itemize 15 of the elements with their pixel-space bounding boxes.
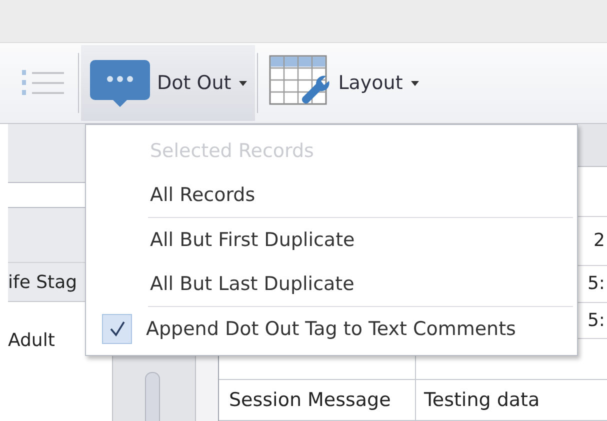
menu-item[interactable]: Append Dot Out Tag to Text Comments — [86, 307, 577, 351]
dot-out-button[interactable]: Dot Out — [81, 45, 256, 121]
menu-item[interactable]: All But Last Duplicate — [86, 262, 577, 306]
scrollbar-thumb[interactable] — [145, 372, 160, 421]
table-cell: Session Message — [219, 380, 416, 420]
field-value: Adult — [8, 330, 55, 351]
menu-item[interactable]: All But First Duplicate — [86, 218, 577, 262]
layout-button[interactable]: Layout — [260, 45, 427, 121]
table-cell: 5: — [587, 310, 605, 331]
table-cell: 2 — [594, 230, 605, 252]
table-cell-text: Testing data — [423, 389, 540, 411]
speech-bubble-icon — [89, 58, 151, 108]
menu-item[interactable]: All Records — [86, 173, 577, 217]
table-cell: 5: — [587, 273, 605, 294]
field-label: ife Stag — [8, 272, 78, 292]
